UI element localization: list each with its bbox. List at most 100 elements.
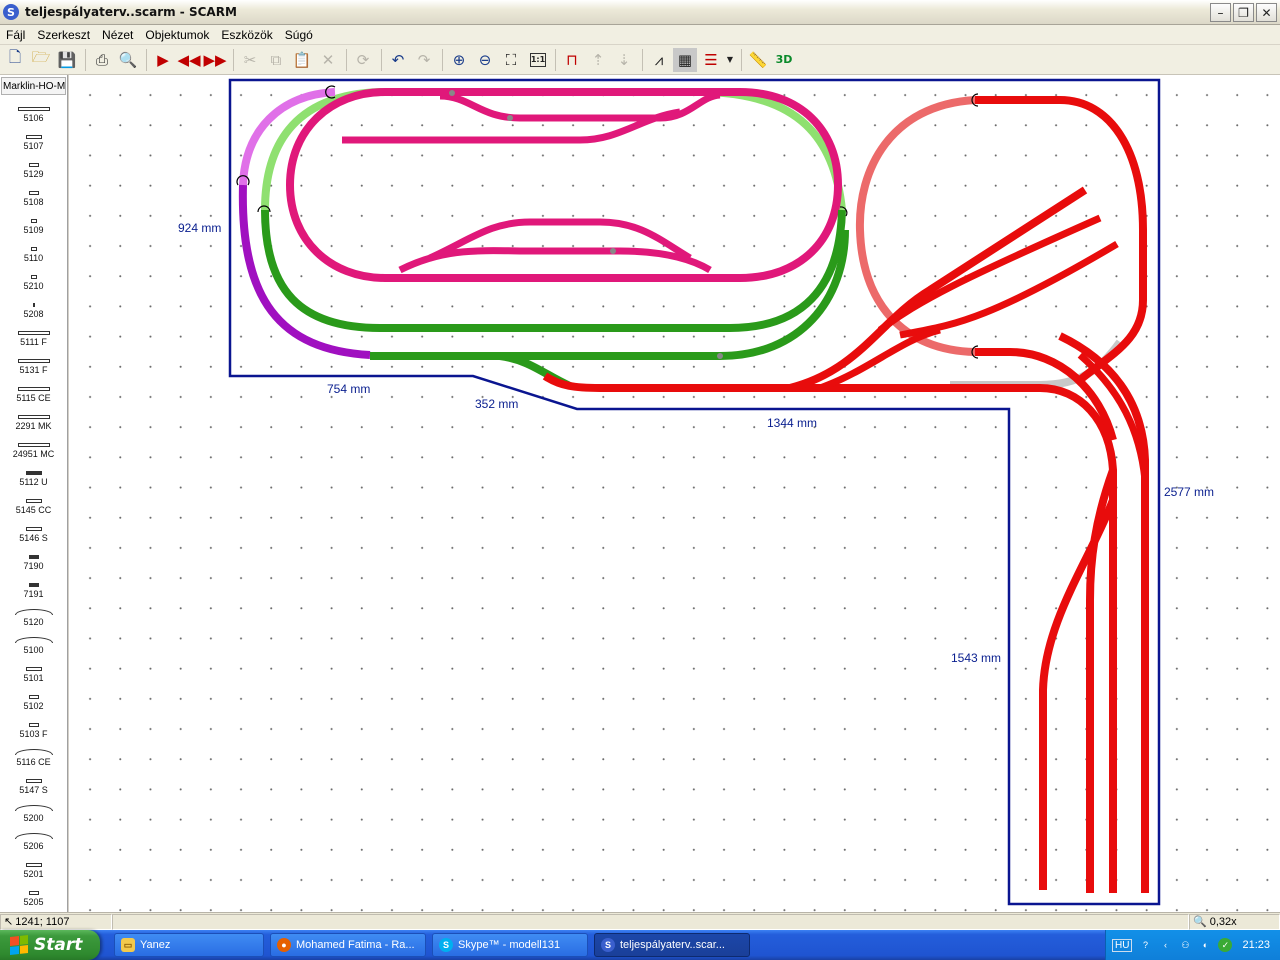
language-indicator[interactable]: HU <box>1112 938 1133 952</box>
menu-view[interactable]: Nézet <box>96 28 139 42</box>
part-label: 5210 <box>23 281 44 291</box>
layers-dropdown-icon[interactable]: ▼ <box>725 48 735 72</box>
part-item[interactable]: 5115 CE <box>0 377 67 405</box>
cut-icon[interactable]: ✂ <box>238 48 262 72</box>
dimension-label: 2577 mm <box>1164 485 1215 499</box>
delete-icon[interactable]: ✕ <box>316 48 340 72</box>
library-select[interactable]: Marklin-HO-M ▼ <box>1 77 66 95</box>
dimension-label: 754 mm <box>327 382 371 396</box>
toolbar-separator <box>642 48 643 71</box>
part-item[interactable]: 5110 <box>0 237 67 265</box>
part-item[interactable]: 24951 MC <box>0 433 67 461</box>
minimize-button[interactable]: – <box>1210 3 1231 22</box>
part-item[interactable]: 5147 S <box>0 769 67 797</box>
menu-edit[interactable]: Szerkeszt <box>31 28 96 42</box>
network-icon[interactable]: ⚇ <box>1178 938 1192 952</box>
layout-canvas[interactable]: 924 mm 754 mm 352 mm 1344 mm 2577 mm 154… <box>69 75 1280 912</box>
part-item[interactable]: 5107 <box>0 125 67 153</box>
part-item[interactable]: 5120 <box>0 601 67 629</box>
part-item[interactable]: 7191 <box>0 573 67 601</box>
part-item[interactable]: 5145 CC <box>0 489 67 517</box>
elevation-up-icon[interactable]: ⇡ <box>586 48 610 72</box>
copy-icon[interactable]: ⧉ <box>264 48 288 72</box>
part-item[interactable]: 5111 F <box>0 321 67 349</box>
save-icon[interactable]: 💾 <box>55 48 79 72</box>
zoom-fit-icon[interactable]: ⛶ <box>499 48 523 72</box>
part-item[interactable]: 5210 <box>0 265 67 293</box>
undo-icon[interactable]: ↶ <box>386 48 410 72</box>
zoom-1-1-icon[interactable]: 1:1 <box>530 52 546 67</box>
part-item[interactable]: 5205 <box>0 881 67 909</box>
new-file-icon[interactable]: 🗋 <box>3 48 27 72</box>
part-shape-icon <box>25 667 42 671</box>
part-item[interactable]: 5200 <box>0 797 67 825</box>
measure-tool-icon[interactable]: 📏 <box>746 48 770 72</box>
select-arrow-icon[interactable]: ▶ <box>151 48 175 72</box>
part-item[interactable]: 5201 <box>0 853 67 881</box>
restore-button[interactable]: ❐ <box>1233 3 1254 22</box>
menu-help[interactable]: Súgó <box>279 28 319 42</box>
part-item[interactable]: 5206 <box>0 825 67 853</box>
part-label: 5147 S <box>19 785 48 795</box>
toolbar-separator <box>381 48 382 71</box>
zoom-in-icon[interactable]: ⊕ <box>447 48 471 72</box>
part-item[interactable]: 5100 <box>0 629 67 657</box>
zoom-level: 🔍 0,32x <box>1189 913 1280 930</box>
start-button[interactable]: Start <box>0 930 100 960</box>
part-item[interactable]: 5208 <box>0 293 67 321</box>
layers-icon[interactable]: ☰ <box>699 48 723 72</box>
toolbar-separator <box>442 48 443 71</box>
part-shape-icon <box>28 891 39 895</box>
paste-icon[interactable]: 📋 <box>290 48 314 72</box>
dimension-label: 1543 mm <box>951 651 1002 665</box>
menu-tools[interactable]: Eszközök <box>215 28 278 42</box>
part-item[interactable]: 5103 F <box>0 713 67 741</box>
scarm-app-icon: S <box>3 4 19 20</box>
help-icon[interactable]: ? <box>1138 938 1152 952</box>
print-preview-icon[interactable]: 🔍 <box>116 48 140 72</box>
taskbar-item-scarm[interactable]: S teljespályaterv..scar... <box>594 933 750 957</box>
taskbar-item-label: teljespályaterv..scar... <box>620 939 725 951</box>
part-item[interactable]: 5102 <box>0 685 67 713</box>
part-item[interactable]: 7190 <box>0 545 67 573</box>
tunnel-icon[interactable]: ▦ <box>673 47 697 72</box>
view-3d-button[interactable]: 3D <box>772 48 796 72</box>
bridge-icon[interactable]: ⩘ <box>647 48 671 72</box>
part-item[interactable]: 5116 CE <box>0 741 67 769</box>
part-item[interactable]: 5106 <box>0 97 67 125</box>
zoom-out-icon[interactable]: ⊖ <box>473 48 497 72</box>
taskbar-item-firefox[interactable]: ● Mohamed Fatima - Ra... <box>270 933 426 957</box>
elevation-down-icon[interactable]: ⇣ <box>612 48 636 72</box>
volume-icon[interactable]: ◐ <box>1198 938 1212 952</box>
menu-objects[interactable]: Objektumok <box>139 28 215 42</box>
turnout-marker <box>507 115 513 121</box>
redo-icon[interactable]: ↷ <box>412 48 436 72</box>
room-outline <box>228 78 1161 906</box>
part-item[interactable]: 5146 S <box>0 517 67 545</box>
part-shape-icon <box>28 583 39 587</box>
part-item[interactable]: 5101 <box>0 657 67 685</box>
part-shape-icon <box>17 107 50 111</box>
part-item[interactable]: 5131 F <box>0 349 67 377</box>
part-item[interactable]: 5109 <box>0 209 67 237</box>
taskbar-item-explorer[interactable]: ▭ Yanez <box>114 933 264 957</box>
height-tool-icon[interactable]: ⊓ <box>560 48 584 72</box>
rotate-icon[interactable]: ⟳ <box>351 48 375 72</box>
expand-tray-icon[interactable]: ‹ <box>1158 938 1172 952</box>
part-item[interactable]: 5129 <box>0 153 67 181</box>
open-folder-icon[interactable]: 🗁 <box>29 48 53 72</box>
taskbar: Start ▭ Yanez ● Mohamed Fatima - Ra... S… <box>0 930 1280 960</box>
close-button[interactable]: ✕ <box>1256 3 1277 22</box>
next-icon[interactable]: ▶▶ <box>203 48 227 72</box>
part-item[interactable]: 5112 U <box>0 461 67 489</box>
firefox-icon: ● <box>277 938 291 952</box>
part-item[interactable]: 5108 <box>0 181 67 209</box>
security-icon[interactable]: ✓ <box>1218 938 1233 952</box>
track-layout-drawing[interactable] <box>69 75 1280 912</box>
taskbar-item-skype[interactable]: S Skype™ - modell131 <box>432 933 588 957</box>
print-icon[interactable]: ⎙ <box>90 48 114 72</box>
part-shape-icon <box>14 609 53 615</box>
menu-file[interactable]: Fájl <box>0 28 31 42</box>
part-item[interactable]: 2291 MK <box>0 405 67 433</box>
previous-icon[interactable]: ◀◀ <box>177 48 201 72</box>
